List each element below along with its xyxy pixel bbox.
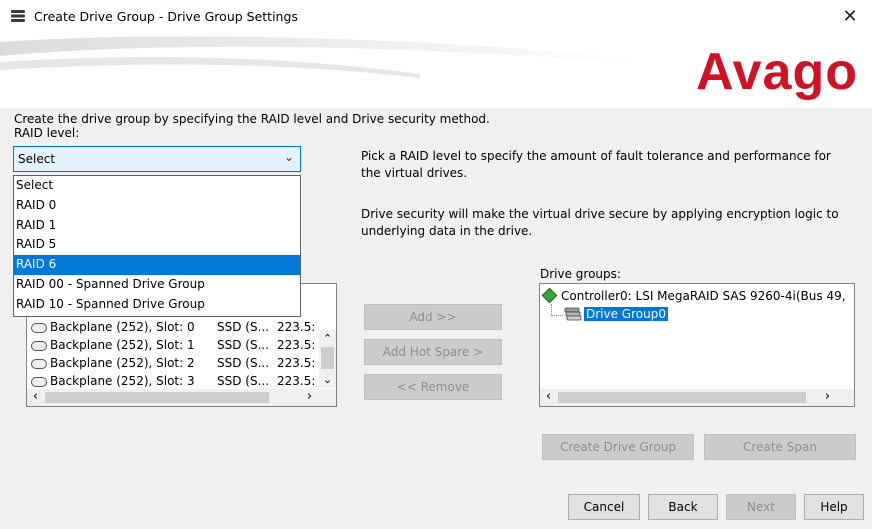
scroll-up-icon[interactable]: ⌃ — [319, 330, 336, 347]
drives-horizontal-scrollbar[interactable]: ‹ › — [27, 389, 336, 406]
brand-banner: Avago — [0, 34, 872, 108]
scroll-thumb[interactable] — [321, 347, 334, 369]
add-hot-spare-button[interactable]: Add Hot Spare > — [364, 339, 502, 365]
drive-size: 223.5: — [277, 356, 316, 370]
security-help-text: Drive security will make the virtual dri… — [361, 207, 839, 238]
database-icon — [11, 10, 25, 22]
drive-size: 223.5: — [277, 320, 316, 334]
drive-name: Backplane (252), Slot: 1 — [50, 338, 195, 352]
drive-name: Backplane (252), Slot: 0 — [50, 320, 195, 334]
raid-level-value: Select — [18, 152, 56, 166]
chevron-down-icon[interactable]: ⌄ — [284, 150, 294, 164]
drive-group-node[interactable]: Drive Group0 — [564, 307, 668, 321]
controller-node[interactable]: Controller0: LSI MegaRAID SAS 9260-4i(Bu… — [541, 287, 846, 304]
drive-icon — [31, 376, 47, 387]
controller-label: Controller0: LSI MegaRAID SAS 9260-4i(Bu… — [561, 289, 846, 303]
drive-type: SSD (S... — [217, 374, 270, 388]
drive-group-label: Drive Group0 — [584, 307, 668, 321]
scroll-thumb[interactable] — [45, 392, 269, 403]
drive-name: Backplane (252), Slot: 3 — [50, 374, 195, 388]
scroll-right-icon[interactable]: › — [301, 389, 318, 406]
drive-groups-label: Drive groups: — [540, 267, 621, 281]
drive-size: 223.5: — [277, 338, 316, 352]
drive-row[interactable]: Backplane (252), Slot: 3 SSD (S... 223.5… — [31, 372, 315, 390]
raid-option-raid6[interactable]: RAID 6 — [14, 255, 300, 275]
drive-icon — [31, 322, 47, 333]
add-button[interactable]: Add >> — [364, 304, 502, 330]
raid-level-select[interactable]: Select ⌄ — [13, 146, 301, 172]
drive-type: SSD (S... — [217, 338, 270, 352]
raid-option-raid10[interactable]: RAID 10 - Spanned Drive Group — [14, 295, 300, 315]
avago-logo: Avago — [696, 43, 858, 101]
groups-horizontal-scrollbar[interactable]: ‹ › — [540, 389, 854, 406]
raid-option-select[interactable]: Select — [14, 176, 300, 196]
window-title: Create Drive Group - Drive Group Setting… — [34, 9, 298, 24]
raid-option-raid0[interactable]: RAID 0 — [14, 196, 300, 216]
next-button[interactable]: Next — [726, 494, 796, 520]
drive-type: SSD (S... — [217, 320, 270, 334]
scroll-down-icon[interactable]: ⌄ — [319, 371, 336, 388]
drive-type: SSD (S... — [217, 356, 270, 370]
scroll-left-icon[interactable]: ‹ — [27, 389, 44, 406]
scroll-thumb[interactable] — [558, 392, 806, 403]
controller-icon — [541, 287, 558, 304]
raid-help-text: Pick a RAID level to specify the amount … — [361, 149, 831, 180]
drive-size: 223.5: — [277, 374, 316, 388]
drive-icon — [31, 358, 47, 369]
drive-group-icon — [564, 307, 582, 321]
cancel-button[interactable]: Cancel — [568, 494, 640, 520]
drive-icon — [31, 340, 47, 351]
raid-option-raid5[interactable]: RAID 5 — [14, 235, 300, 255]
help-button[interactable]: Help — [804, 494, 864, 520]
drives-vertical-scrollbar[interactable]: ⌃ ⌄ — [319, 330, 336, 388]
close-icon[interactable]: ✕ — [838, 5, 862, 29]
drive-name: Backplane (252), Slot: 2 — [50, 356, 195, 370]
drive-row[interactable]: Backplane (252), Slot: 0 SSD (S... 223.5… — [31, 318, 315, 336]
tree-connector — [551, 304, 563, 316]
intro-text: Create the drive group by specifying the… — [14, 112, 490, 126]
create-drive-group-button[interactable]: Create Drive Group — [542, 434, 694, 460]
scroll-right-icon[interactable]: › — [819, 389, 836, 406]
drive-row[interactable]: Backplane (252), Slot: 1 SSD (S... 223.5… — [31, 336, 315, 354]
scroll-left-icon[interactable]: ‹ — [540, 389, 557, 406]
raid-option-raid1[interactable]: RAID 1 — [14, 216, 300, 236]
back-button[interactable]: Back — [648, 494, 718, 520]
drive-row[interactable]: Backplane (252), Slot: 2 SSD (S... 223.5… — [31, 354, 315, 372]
raid-level-label: RAID level: — [14, 126, 80, 140]
drive-groups-tree[interactable]: Controller0: LSI MegaRAID SAS 9260-4i(Bu… — [539, 283, 855, 407]
raid-option-raid00[interactable]: RAID 00 - Spanned Drive Group — [14, 275, 300, 295]
raid-level-dropdown: Select RAID 0 RAID 1 RAID 5 RAID 6 RAID … — [13, 175, 301, 317]
title-bar: Create Drive Group - Drive Group Setting… — [0, 0, 872, 34]
create-span-button[interactable]: Create Span — [704, 434, 856, 460]
remove-button[interactable]: << Remove — [364, 374, 502, 400]
